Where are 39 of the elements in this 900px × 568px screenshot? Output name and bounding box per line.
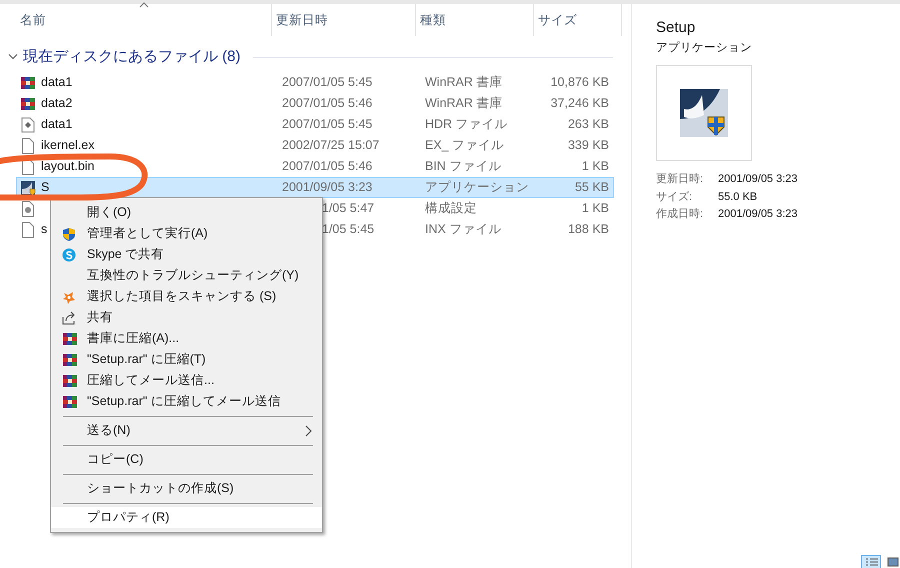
details-subtitle: アプリケーション xyxy=(656,40,753,56)
type-cell-text: WinRAR 書庫 xyxy=(424,74,504,92)
property-value: 55.0 KB xyxy=(718,190,758,205)
type-cell-text: 構成設定 xyxy=(424,200,478,218)
size-cell-text: 37,246 KB xyxy=(550,95,609,112)
type-cell-text: WinRAR 書庫 xyxy=(424,95,504,112)
details-title: Setup xyxy=(656,18,696,38)
date-cell-text: 1/05 5:45 xyxy=(321,221,376,238)
size-cell-text: 263 KB xyxy=(566,116,609,134)
property-label: 更新日時: xyxy=(656,172,704,188)
type-cell-text: HDR ファイル xyxy=(424,116,509,134)
file-name: data1 xyxy=(41,74,72,92)
date-cell-text: 2007/01/05 5:46 xyxy=(281,95,374,112)
file-name: s xyxy=(41,221,48,238)
type-cell-text: INX ファイル xyxy=(424,221,502,238)
file-name: S xyxy=(41,179,50,196)
size-cell-text: 339 KB xyxy=(566,137,609,154)
date-cell-text: 2001/09/05 3:23 xyxy=(281,179,374,196)
file-name: layout.bin xyxy=(41,158,95,176)
size-cell-text: 1 KB xyxy=(580,200,609,218)
date-cell-text: 2007/01/05 5:45 xyxy=(281,74,374,92)
property-value: 2001/09/05 3:23 xyxy=(718,172,798,188)
property-label: 作成日時: xyxy=(656,207,704,222)
file-name: data2 xyxy=(41,95,72,112)
size-cell-text: 10,876 KB xyxy=(550,74,609,92)
file-name: data1 xyxy=(41,116,72,134)
file-name: ikernel.ex xyxy=(41,137,94,154)
type-cell-text: BIN ファイル xyxy=(424,158,502,176)
type-cell-text: アプリケーション xyxy=(424,179,530,196)
date-cell-text: 2002/07/25 15:07 xyxy=(281,137,380,154)
date-cell-text: 1/05 5:47 xyxy=(321,200,376,218)
property-value: 2001/09/05 3:23 xyxy=(718,207,798,222)
property-label: サイズ: xyxy=(656,190,694,205)
size-cell-text: 55 KB xyxy=(574,179,609,196)
date-cell-text: 2007/01/05 5:46 xyxy=(281,158,374,176)
size-cell-text: 188 KB xyxy=(566,221,609,238)
type-cell-text: EX_ ファイル xyxy=(424,137,506,154)
size-cell-text: 1 KB xyxy=(580,158,609,176)
date-cell-text: 2007/01/05 5:45 xyxy=(281,116,374,134)
